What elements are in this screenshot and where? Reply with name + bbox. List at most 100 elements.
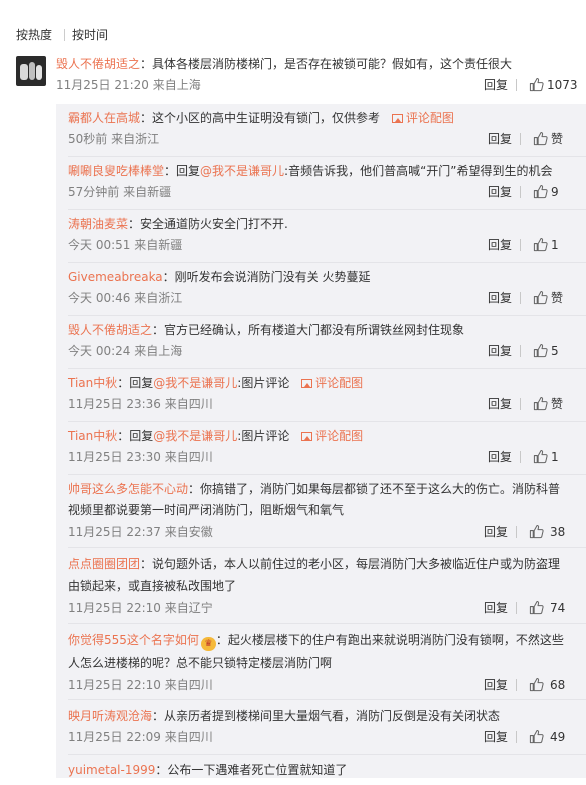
- reply-actions: 回复 49: [484, 729, 584, 745]
- reply-button[interactable]: 回复: [488, 237, 512, 253]
- reply-text: ：安全通道防火安全门打不开.: [128, 217, 288, 231]
- reply-time: 11月25日 22:10 来自辽宁: [68, 601, 213, 615]
- list-item: yuimetal-1999：公布一下遇难者死亡位置就知道了: [56, 755, 586, 778]
- sort-bar: 按热度 按时间: [0, 0, 586, 46]
- mention-link[interactable]: @我不是谦哥儿: [153, 429, 237, 443]
- comment-actions: 回复 1073: [484, 77, 584, 93]
- main-comment: 毁人不倦胡适之：具体各楼层消防楼梯门，是否存在被锁可能？假如有，这个责任很大 1…: [0, 50, 586, 102]
- list-item: 霸都人在高城：这个小区的高中生证明没有锁门，仅供参考 评论配图 50秒前 来自浙…: [56, 104, 586, 157]
- reply-text: :音频告诉我，他们普高喊“开门”希望得到生的机会: [284, 164, 553, 178]
- like-count: 1: [551, 238, 559, 252]
- reply-actions: 回复 9: [488, 184, 584, 200]
- mention-link[interactable]: @我不是谦哥儿: [153, 376, 237, 390]
- sort-by-hot[interactable]: 按热度: [16, 28, 52, 42]
- reply-username[interactable]: yuimetal-1999: [68, 763, 155, 777]
- list-item: 涛朝油麦菜：安全通道防火安全门打不开. 今天 00:51 来自新疆 回复 1: [56, 210, 586, 263]
- reply-text: ：你搞错了，消防门如果每层都锁了还不至于这么大的伤亡。消防科普: [188, 482, 561, 496]
- reply-actions: 回复 38: [484, 524, 584, 540]
- thumbs-up-icon[interactable]: [529, 677, 544, 692]
- like-count: 9: [551, 185, 559, 199]
- like-count: 49: [550, 730, 566, 744]
- reply-time: 11月25日 22:10 来自四川: [68, 678, 213, 692]
- reply-button[interactable]: 回复: [488, 449, 512, 465]
- reply-button[interactable]: 回复: [484, 677, 508, 693]
- thumbs-up-icon[interactable]: [533, 290, 548, 305]
- reply-text: :图片评论: [237, 429, 290, 443]
- reply-username[interactable]: 点点圈圈团团: [68, 557, 140, 571]
- reply-actions: 回复 5: [488, 343, 584, 359]
- thumbs-up-icon[interactable]: [533, 131, 548, 146]
- reply-text-continued: 由锁起来，或直接被私改围地了: [68, 579, 237, 593]
- reply-time: 今天 00:24 来自上海: [68, 344, 183, 358]
- reply-text: :图片评论: [237, 376, 290, 390]
- reply-text: ：从亲历者提到楼梯间里大量烟气看，消防门反倒是没有关闭状态: [152, 709, 501, 723]
- reply-text: ：说句题外话，本人以前住过的老小区，每层消防门大多被临近住户或为防盗理: [140, 557, 561, 571]
- reply-username[interactable]: Tian中秋: [68, 429, 117, 443]
- reply-username[interactable]: 你觉得555这个名字如何: [68, 633, 199, 647]
- thumbs-up-icon[interactable]: [529, 729, 544, 744]
- reply-text: ：刚听发布会说消防门没有关 火势蔓延: [162, 270, 371, 284]
- reply-time: 57分钟前 来自新疆: [68, 185, 172, 199]
- reply-button[interactable]: 回复: [484, 524, 508, 540]
- thumbs-up-icon[interactable]: [533, 396, 548, 411]
- reply-actions: 回复 1: [488, 237, 584, 253]
- reply-time: 50秒前 来自浙江: [68, 132, 160, 146]
- thumbs-up-icon[interactable]: [529, 600, 544, 615]
- reply-username[interactable]: Tian中秋: [68, 376, 117, 390]
- reply-username[interactable]: 毁人不倦胡适之: [68, 323, 152, 337]
- reply-button[interactable]: 回复: [488, 184, 512, 200]
- reply-actions: 回复 68: [484, 677, 584, 693]
- sort-by-time[interactable]: 按时间: [72, 28, 108, 42]
- reply-text: ：这个小区的高中生证明没有锁门，仅供参考: [140, 111, 381, 125]
- reply-actions: 回复 赞: [488, 396, 584, 412]
- reply-username[interactable]: 映月听涛观沧海: [68, 709, 152, 723]
- like-count: 赞: [551, 397, 564, 411]
- reply-button[interactable]: 回复: [484, 600, 508, 616]
- reply-button[interactable]: 回复: [488, 131, 512, 147]
- picture-icon: [391, 114, 403, 123]
- list-item: Tian中秋：回复@我不是谦哥儿:图片评论 评论配图 11月25日 23:30 …: [56, 422, 586, 475]
- comment-picture-link[interactable]: 评论配图: [301, 429, 363, 443]
- thumbs-up-icon[interactable]: [529, 524, 544, 539]
- like-count: 1: [551, 450, 559, 464]
- comment-text: ：具体各楼层消防楼梯门，是否存在被锁可能？假如有，这个责任很大: [140, 57, 513, 71]
- list-item: 映月听涛观沧海：从亲历者提到楼梯间里大量烟气看，消防门反倒是没有关闭状态 11月…: [56, 700, 586, 755]
- thumbs-up-icon[interactable]: [529, 77, 544, 92]
- thumbs-up-icon[interactable]: [533, 184, 548, 199]
- reply-username[interactable]: 帅哥这么多怎能不心动: [68, 482, 188, 496]
- comment-username[interactable]: 毁人不倦胡适之: [56, 57, 140, 71]
- reply-button[interactable]: 回复: [484, 729, 508, 745]
- reply-actions: 回复 74: [484, 600, 584, 616]
- reply-time: 今天 00:46 来自浙江: [68, 291, 183, 305]
- reply-actions: 回复 赞: [488, 131, 584, 147]
- reply-text: ：公布一下遇难者死亡位置就知道了: [155, 763, 348, 777]
- reply-button[interactable]: 回复: [488, 396, 512, 412]
- thumbs-up-icon[interactable]: [533, 237, 548, 252]
- comment-picture-link[interactable]: 评论配图: [391, 111, 454, 125]
- avatar[interactable]: [16, 56, 46, 86]
- thumbs-up-icon[interactable]: [533, 449, 548, 464]
- list-item: Tian中秋：回复@我不是谦哥儿:图片评论 评论配图 11月25日 23:36 …: [56, 369, 586, 422]
- reply-time: 今天 00:51 来自新疆: [68, 238, 183, 252]
- thumbs-up-icon[interactable]: [533, 343, 548, 358]
- reply-time: 11月25日 22:37 来自安徽: [68, 525, 213, 539]
- picture-icon: [301, 379, 313, 388]
- reply-username[interactable]: 涛朝油麦菜: [68, 217, 128, 231]
- reply-text: ：起火楼层楼下的住户有跑出来就说明消防门没有锁啊，不然这些: [215, 633, 564, 647]
- reply-username[interactable]: 唰唰良叟吃棒棒堂: [68, 164, 164, 178]
- reply-username[interactable]: Givemeabreaka: [68, 270, 163, 284]
- comment-time: 11月25日 21:20 来自上海: [56, 78, 201, 92]
- like-count: 38: [550, 525, 566, 539]
- reply-button[interactable]: 回复: [488, 343, 512, 359]
- mention-link[interactable]: @我不是谦哥儿: [200, 164, 284, 178]
- reply-button[interactable]: 回复: [484, 77, 508, 93]
- reply-text-continued: 视频里都说要第一时间严闭消防门，阻断烟气和氧气: [68, 503, 345, 517]
- comment-picture-link[interactable]: 评论配图: [301, 376, 363, 390]
- like-count: 赞: [551, 132, 564, 146]
- reply-time: 11月25日 23:36 来自四川: [68, 397, 213, 411]
- reply-username[interactable]: 霸都人在高城: [68, 111, 140, 125]
- list-item: 点点圈圈团团：说句题外话，本人以前住过的老小区，每层消防门大多被临近住户或为防盗…: [56, 548, 586, 624]
- like-count: 1073: [547, 78, 578, 92]
- list-item: 帅哥这么多怎能不心动：你搞错了，消防门如果每层都锁了还不至于这么大的伤亡。消防科…: [56, 475, 586, 548]
- reply-button[interactable]: 回复: [488, 290, 512, 306]
